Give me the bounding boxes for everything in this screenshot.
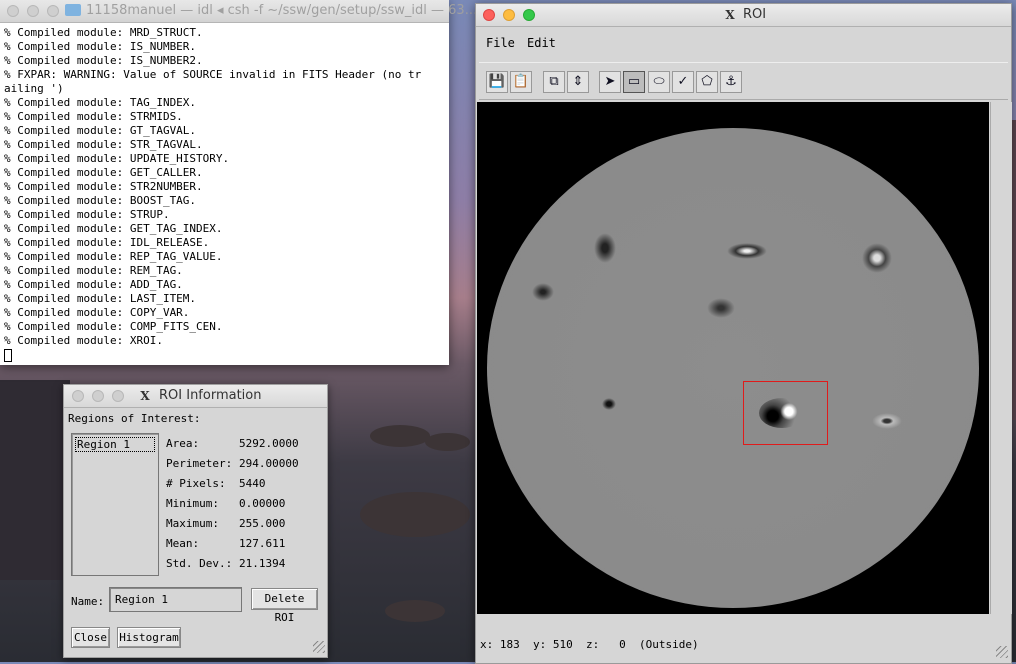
roi-rectangle[interactable] [743,381,828,445]
minimize-icon[interactable] [92,390,104,402]
regions-list[interactable]: Region 1 [71,433,159,576]
terminal-line: % Compiled module: REP_TAG_VALUE. [4,250,223,263]
terminal-line: % Compiled module: UPDATE_HISTORY. [4,152,230,165]
point-icon[interactable]: ⚓ [720,71,742,93]
x11-icon: X [725,8,735,22]
terminal-line: % Compiled module: STR2NUMBER. [4,180,203,193]
stat-label: # Pixels: [166,477,226,490]
terminal-title: 11158manuel — idl ◂ csh -f ~/ssw/gen/set… [86,3,478,18]
menu-file[interactable]: File [486,36,515,50]
resize-grip-icon[interactable] [313,641,325,653]
terminal-line: % Compiled module: STRUP. [4,208,170,221]
stat-label: Minimum: [166,497,219,510]
stat-value: 0.00000 [239,497,286,510]
roi-title: ROI [743,7,767,22]
roi-info-titlebar[interactable]: X ROI Information [64,385,327,408]
minimize-icon[interactable] [503,9,515,21]
z-label: z: [586,638,600,651]
terminal-output[interactable]: % Compiled module: MRD_STRUCT.% Compiled… [0,23,449,365]
close-button[interactable]: Close [71,627,110,648]
terminal-line: % Compiled module: REM_TAG. [4,264,183,277]
menu-edit[interactable]: Edit [527,36,556,50]
close-icon[interactable] [72,390,84,402]
x-value: 183 [499,638,520,651]
terminal-line: % Compiled module: GET_CALLER. [4,166,203,179]
terminal-line: % Compiled module: XROI. [4,334,163,347]
stat-value: 5440 [239,477,266,490]
save-as-icon[interactable]: 📋 [510,71,532,93]
terminal-line: % Compiled module: COPY_VAR. [4,306,190,319]
zoom-icon[interactable] [523,9,535,21]
status-note: (Outside) [639,638,699,651]
terminal-line: % Compiled module: LAST_ITEM. [4,292,197,305]
polygon-icon[interactable]: ⬠ [696,71,718,93]
zoom-icon[interactable] [47,5,59,17]
terminal-line: % Compiled module: GT_TAGVAL. [4,124,197,137]
arrow-select-icon[interactable]: ➤ [599,71,621,93]
terminal-line: % Compiled module: MRD_STRUCT. [4,26,203,39]
ellipse-icon[interactable]: ⬭ [648,71,670,93]
stat-label: Area: [166,437,200,450]
roi-titlebar[interactable]: X ROI [476,4,1011,27]
y-label: y: [533,638,547,651]
histogram-button[interactable]: Histogram [117,627,181,648]
regions-label: Regions of Interest: [68,412,201,425]
y-value: 510 [552,638,573,651]
terminal-line: % Compiled module: COMP_FITS_CEN. [4,320,223,333]
minimize-icon[interactable] [27,5,39,17]
name-input[interactable]: Region 1 [109,587,242,612]
stat-label: Mean: [166,537,200,550]
stat-label: Std. Dev.: [166,557,233,570]
terminal-line: % Compiled module: STRMIDS. [4,110,183,123]
region-label: Region 1 [77,438,130,451]
stat-value: 5292.0000 [239,437,299,450]
stat-value: 294.00000 [239,457,299,470]
rectangle-icon[interactable]: ▭ [623,71,645,93]
stat-label: Perimeter: [166,457,233,470]
roi-window[interactable]: X ROI File Edit 💾 📋 ⧉ ⇕ ➤ ▭ ⬭ ✓ ⬠ ⚓ x: 1… [475,3,1012,664]
text-cursor [4,348,12,362]
roi-information-window[interactable]: X ROI Information Regions of Interest: R… [63,384,328,658]
terminal-line: % Compiled module: IS_NUMBER. [4,40,197,53]
zoom-icon[interactable] [112,390,124,402]
terminal-line: % FXPAR: WARNING: Value of SOURCE invali… [4,68,422,81]
x-label: x: [480,638,494,651]
terminal-line: % Compiled module: IDL_RELEASE. [4,236,210,249]
menu-bar: File Edit [476,28,1011,56]
terminal-line: % Compiled module: IS_NUMBER2. [4,54,203,67]
close-icon[interactable] [7,5,19,17]
list-item[interactable]: Region 1 [75,437,155,452]
name-input-value: Region 1 [115,593,168,606]
terminal-line: % Compiled module: TAG_INDEX. [4,96,197,109]
canvas-side-panel [990,102,1012,614]
x11-icon: X [140,389,150,403]
terminal-line: % Compiled module: STR_TAGVAL. [4,138,203,151]
image-canvas[interactable] [477,102,989,614]
stat-value: 255.000 [239,517,286,530]
copy-icon[interactable]: ⧉ [543,71,565,93]
close-icon[interactable] [483,9,495,21]
resize-grip-icon[interactable] [996,646,1008,658]
roi-info-title: ROI Information [159,388,262,403]
folder-icon [65,4,81,16]
z-value: 0 [619,638,626,651]
save-icon[interactable]: 💾 [486,71,508,93]
stat-label: Maximum: [166,517,219,530]
terminal-line: % Compiled module: BOOST_TAG. [4,194,197,207]
terminal-line: % Compiled module: ADD_TAG. [4,278,183,291]
status-bar: x: 183 y: 510 z: 0 (Outside) [480,638,699,651]
delete-roi-button[interactable]: Delete ROI [251,588,318,624]
stat-value: 21.1394 [239,557,286,570]
name-label: Name: [71,595,105,608]
toolbar: 💾 📋 ⧉ ⇕ ➤ ▭ ⬭ ✓ ⬠ ⚓ [479,62,1008,100]
terminal-line: % Compiled module: GET_TAG_INDEX. [4,222,223,235]
flip-icon[interactable]: ⇕ [567,71,589,93]
stat-value: 127.611 [239,537,286,550]
terminal-titlebar[interactable]: 11158manuel — idl ◂ csh -f ~/ssw/gen/set… [0,0,477,23]
terminal-window[interactable]: 11158manuel — idl ◂ csh -f ~/ssw/gen/set… [0,0,477,365]
terminal-line: ailing ') [4,82,64,95]
freehand-icon[interactable]: ✓ [672,71,694,93]
solar-magnetogram [487,128,979,608]
